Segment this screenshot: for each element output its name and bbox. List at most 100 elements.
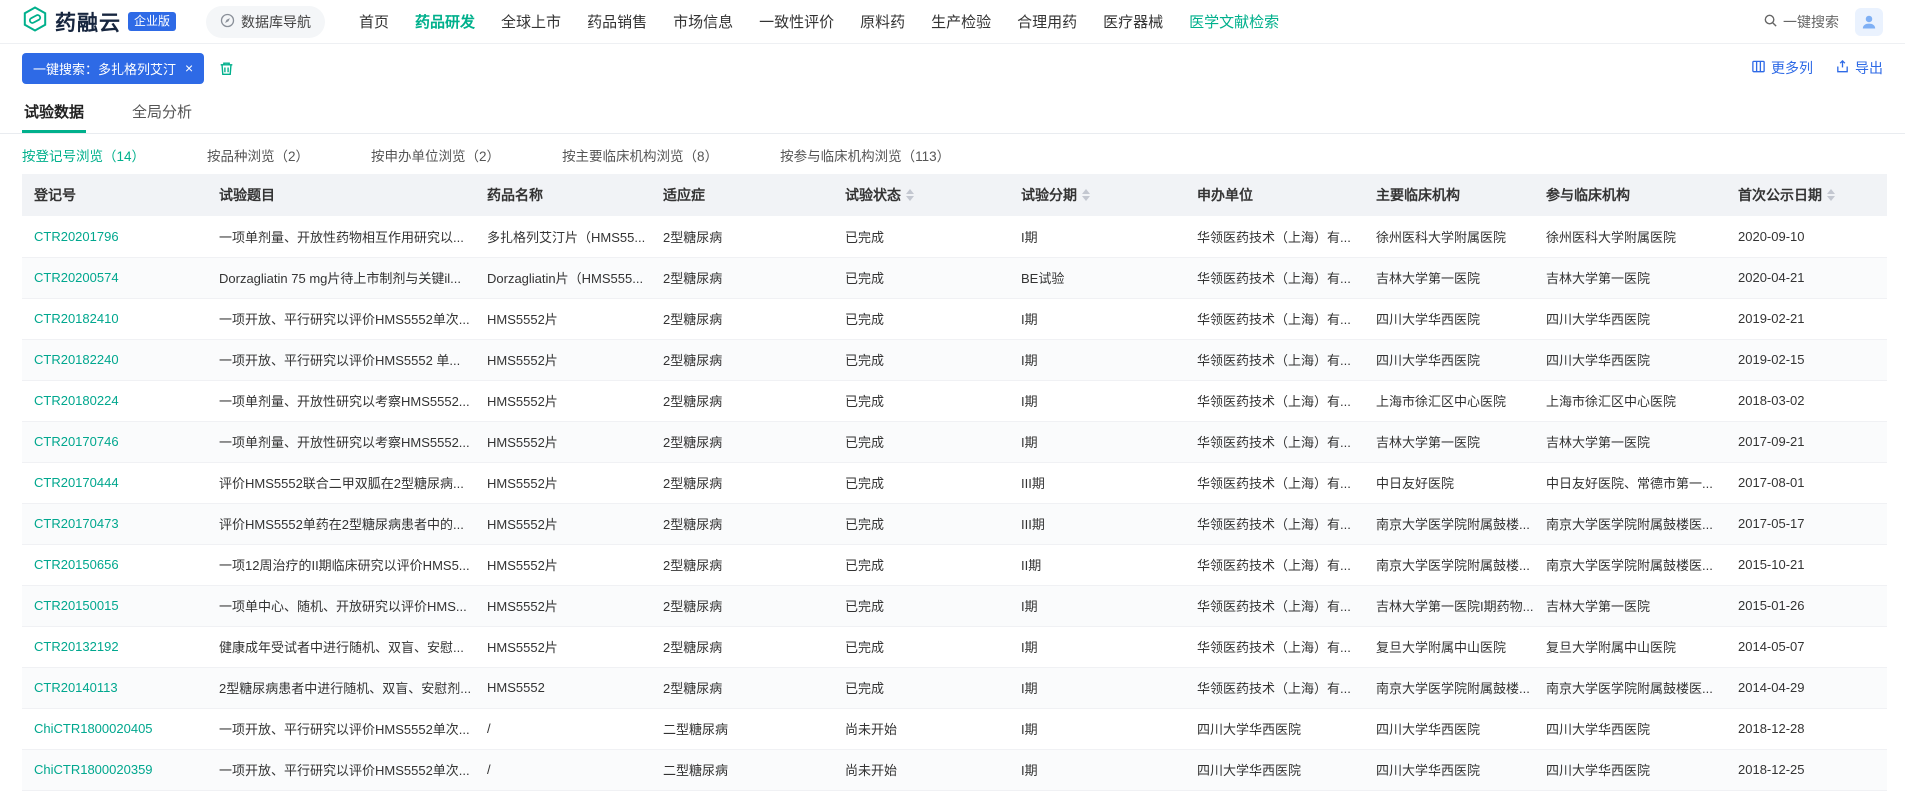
registration-link[interactable]: CTR20201796 — [22, 216, 207, 257]
table-row[interactable]: CTR20150656一项12周治疗的II期临床研究以评价HMS5...HMS5… — [22, 544, 1887, 585]
table-row[interactable]: CTR20201796一项单剂量、开放性药物相互作用研究以...多扎格列艾汀片（… — [22, 216, 1887, 257]
registration-link[interactable]: CTR20132192 — [22, 626, 207, 667]
table-row[interactable]: ChiCTR1800020405一项开放、平行研究以评价HMS5552单次...… — [22, 708, 1887, 749]
search-filter-chip[interactable]: 一键搜索：多扎格列艾汀 × — [22, 53, 204, 84]
nav-item-全球上市[interactable]: 全球上市 — [501, 11, 561, 32]
toolbar-right: 更多列 导出 — [1751, 58, 1883, 78]
column-header[interactable]: 药品名称 — [475, 174, 651, 216]
column-label: 适应症 — [663, 185, 705, 205]
column-header[interactable]: 试验题目 — [207, 174, 475, 216]
registration-link[interactable]: CTR20150015 — [22, 585, 207, 626]
column-header[interactable]: 适应症 — [651, 174, 833, 216]
column-header[interactable]: 试验状态 — [833, 174, 1009, 216]
registration-link[interactable]: ChiCTR1800020405 — [22, 708, 207, 749]
results-table-wrap: 登记号 试验题目 药品名称 适应症 试验状态 试验分期 申办单位 — [0, 174, 1905, 791]
table-row[interactable]: CTR20200574Dorzagliatin 75 mg片待上市制剂与关键il… — [22, 257, 1887, 298]
column-header[interactable]: 主要临床机构 — [1364, 174, 1534, 216]
export-icon — [1835, 59, 1850, 77]
browse-filter[interactable]: 按登记号浏览（14） — [22, 145, 145, 165]
table-cell: 2型糖尿病 — [651, 667, 833, 708]
registration-link[interactable]: CTR20170746 — [22, 421, 207, 462]
sort-icon[interactable] — [1827, 189, 1835, 201]
browse-filter[interactable]: 按参与临床机构浏览（113） — [780, 145, 950, 165]
brand: 药融云 企业版 — [22, 6, 176, 37]
user-avatar[interactable] — [1855, 8, 1883, 36]
nav-item-医学文献检索[interactable]: 医学文献检索 — [1189, 11, 1279, 32]
table-row[interactable]: CTR20180224一项单剂量、开放性研究以考察HMS5552...HMS55… — [22, 380, 1887, 421]
quick-search-button[interactable]: 一键搜索 — [1763, 12, 1839, 32]
sort-icon[interactable] — [1082, 189, 1090, 201]
table-cell: 2018-12-28 — [1726, 708, 1887, 749]
column-label: 登记号 — [34, 185, 76, 205]
registration-link[interactable]: CTR20170444 — [22, 462, 207, 503]
browse-filter[interactable]: 按主要临床机构浏览（8） — [562, 145, 718, 165]
table-cell: 2014-04-29 — [1726, 667, 1887, 708]
nav-item-一致性评价[interactable]: 一致性评价 — [759, 11, 834, 32]
registration-link[interactable]: CTR20200574 — [22, 257, 207, 298]
table-cell: 2型糖尿病 — [651, 216, 833, 257]
table-cell: 华领医药技术（上海）有... — [1185, 257, 1364, 298]
nav-item-生产检验[interactable]: 生产检验 — [931, 11, 991, 32]
nav-item-药品研发[interactable]: 药品研发 — [415, 11, 475, 32]
table-cell: / — [475, 708, 651, 749]
more-columns-button[interactable]: 更多列 — [1751, 58, 1813, 78]
column-header[interactable]: 申办单位 — [1185, 174, 1364, 216]
column-header[interactable]: 参与临床机构 — [1534, 174, 1726, 216]
table-row[interactable]: CTR201401132型糖尿病患者中进行随机、双盲、安慰剂...HMS5552… — [22, 667, 1887, 708]
browse-filter[interactable]: 按品种浏览（2） — [207, 145, 309, 165]
registration-link[interactable]: CTR20150656 — [22, 544, 207, 585]
table-cell: Dorzagliatin 75 mg片待上市制剂与关键il... — [207, 257, 475, 298]
column-header[interactable]: 首次公示日期 — [1726, 174, 1887, 216]
table-row[interactable]: CTR20170444评价HMS5552联合二甲双胍在2型糖尿病...HMS55… — [22, 462, 1887, 503]
table-row[interactable]: CTR20170746一项单剂量、开放性研究以考察HMS5552...HMS55… — [22, 421, 1887, 462]
table-row[interactable]: CTR20132192健康成年受试者中进行随机、双盲、安慰...HMS5552片… — [22, 626, 1887, 667]
table-row[interactable]: CTR20170473评价HMS5552单药在2型糖尿病患者中的...HMS55… — [22, 503, 1887, 544]
table-cell: 南京大学医学院附属鼓楼... — [1364, 503, 1534, 544]
table-row[interactable]: CTR20150015一项单中心、随机、开放研究以评价HMS...HMS5552… — [22, 585, 1887, 626]
table-cell: I期 — [1009, 298, 1185, 339]
table-cell: Dorzagliatin片（HMS555... — [475, 257, 651, 298]
table-row[interactable]: CTR20182240一项开放、平行研究以评价HMS5552 单...HMS55… — [22, 339, 1887, 380]
table-row[interactable]: CTR20182410一项开放、平行研究以评价HMS5552单次...HMS55… — [22, 298, 1887, 339]
table-cell: 华领医药技术（上海）有... — [1185, 503, 1364, 544]
table-cell: 上海市徐汇区中心医院 — [1364, 380, 1534, 421]
table-cell: 2型糖尿病患者中进行随机、双盲、安慰剂... — [207, 667, 475, 708]
sort-icon[interactable] — [906, 189, 914, 201]
nav-item-药品销售[interactable]: 药品销售 — [587, 11, 647, 32]
table-cell: 2型糖尿病 — [651, 257, 833, 298]
column-header[interactable]: 试验分期 — [1009, 174, 1185, 216]
registration-link[interactable]: ChiCTR1800020359 — [22, 749, 207, 790]
table-row[interactable]: ChiCTR1800020359一项开放、平行研究以评价HMS5552单次...… — [22, 749, 1887, 790]
table-cell: 四川大学华西医院 — [1534, 708, 1726, 749]
table-cell: HMS5552片 — [475, 462, 651, 503]
registration-link[interactable]: CTR20170473 — [22, 503, 207, 544]
registration-link[interactable]: CTR20140113 — [22, 667, 207, 708]
table-cell: 四川大学华西医院 — [1534, 749, 1726, 790]
export-button[interactable]: 导出 — [1835, 58, 1883, 78]
table-cell: 华领医药技术（上海）有... — [1185, 626, 1364, 667]
column-header[interactable]: 登记号 — [22, 174, 207, 216]
table-cell: 吉林大学第一医院 — [1534, 585, 1726, 626]
browse-filter[interactable]: 按申办单位浏览（2） — [371, 145, 500, 165]
clear-filters-button[interactable] — [218, 60, 235, 77]
table-cell: 吉林大学第一医院 — [1534, 421, 1726, 462]
nav-item-首页[interactable]: 首页 — [359, 11, 389, 32]
table-cell: 华领医药技术（上海）有... — [1185, 585, 1364, 626]
chip-close-icon[interactable]: × — [185, 61, 193, 75]
table-cell: HMS5552 — [475, 667, 651, 708]
column-label: 试验状态 — [845, 185, 901, 205]
nav-item-医疗器械[interactable]: 医疗器械 — [1103, 11, 1163, 32]
registration-link[interactable]: CTR20182240 — [22, 339, 207, 380]
registration-link[interactable]: CTR20180224 — [22, 380, 207, 421]
nav-item-原料药[interactable]: 原料药 — [860, 11, 905, 32]
nav-item-合理用药[interactable]: 合理用药 — [1017, 11, 1077, 32]
tab-试验数据[interactable]: 试验数据 — [22, 92, 86, 133]
table-cell: 2020-09-10 — [1726, 216, 1887, 257]
tab-全局分析[interactable]: 全局分析 — [130, 92, 194, 133]
database-nav-button[interactable]: 数据库导航 — [206, 6, 325, 38]
registration-link[interactable]: CTR20182410 — [22, 298, 207, 339]
table-cell: 一项开放、平行研究以评价HMS5552单次... — [207, 708, 475, 749]
table-cell: 2型糖尿病 — [651, 380, 833, 421]
table-cell: 多扎格列艾汀片（HMS55... — [475, 216, 651, 257]
nav-item-市场信息[interactable]: 市场信息 — [673, 11, 733, 32]
